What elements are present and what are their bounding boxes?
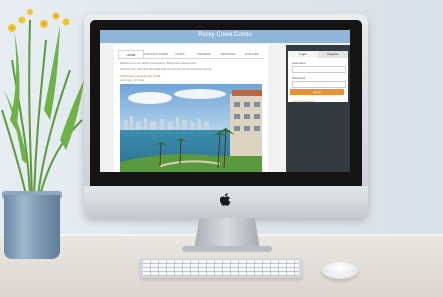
login-sidebar: Login Register Username Password Log In … [286,45,350,172]
content-panel: HOME CONTACT FORM UNITS OWNERS SERVICES … [114,45,268,172]
keyboard-keys [143,260,299,276]
tab-register[interactable]: Register [318,51,348,58]
login-button[interactable]: Log In [290,89,344,95]
forgot-password-link[interactable]: Forgot Password [292,99,315,103]
site-tabs: HOME CONTACT FORM UNITS OWNERS SERVICES … [118,50,264,59]
monitor-screen: Rocky Creek Condo HOME CONTACT FORM UNIT… [100,30,350,172]
username-label: Username [292,61,306,65]
password-label: Password [292,76,306,80]
tab-login[interactable]: Login [288,51,318,58]
password-field[interactable] [292,81,346,88]
monitor-stand-base [182,246,272,252]
mouse [322,262,358,279]
tab-units[interactable]: UNITS [168,50,192,58]
scene: Rocky Creek Condo HOME CONTACT FORM UNIT… [0,0,443,297]
tab-policies[interactable]: POLICIES [240,50,264,58]
intro-line: Join now - It's free [120,78,145,82]
tab-home[interactable]: HOME [118,50,144,58]
tab-services[interactable]: SERVICES [216,50,240,58]
waterfront-photo [120,84,262,172]
site-title: Rocky Creek Condo [198,32,252,38]
apple-logo-icon [220,193,231,206]
username-field[interactable] [292,66,346,73]
login-tabs: Login Register [288,51,348,58]
tab-owners[interactable]: OWNERS [192,50,216,58]
intro-line: Welcome to our online community. Bring n… [120,61,197,65]
flower-pot [4,195,60,259]
login-form: Username Password [288,58,348,102]
plant-leaves [1,9,84,196]
tab-contact-form[interactable]: CONTACT FORM [144,50,168,58]
intro-line: Owners can now find all board and commun… [120,67,213,71]
